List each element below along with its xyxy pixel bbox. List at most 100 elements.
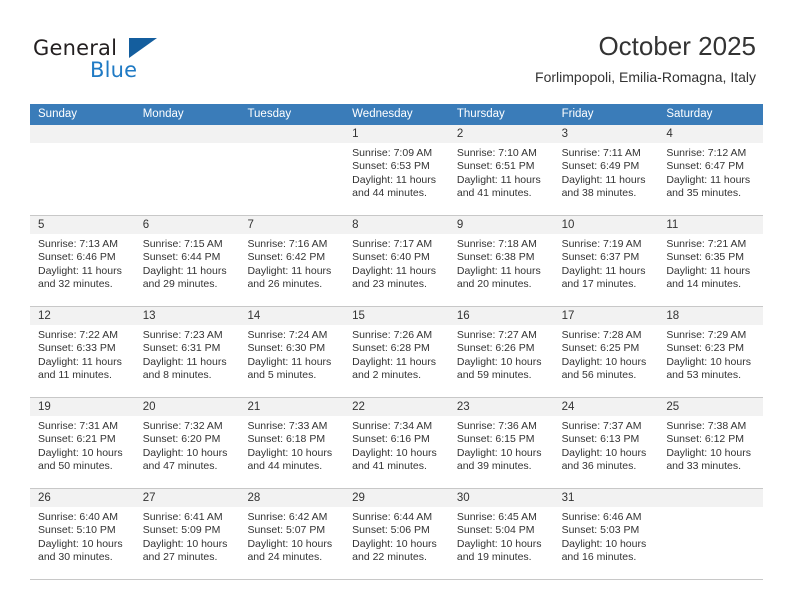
day-cell-20[interactable]: 20 Sunrise: 7:32 AM Sunset: 6:20 PM Dayligh… — [134, 398, 240, 488]
daylight-text-line1: Daylight: 11 hours — [456, 264, 541, 277]
sunset-text: Sunset: 5:06 PM — [352, 524, 430, 537]
sunrise-text: Sunrise: 7:23 AM — [142, 329, 223, 341]
daylight-text-line1: Daylight: 10 hours — [561, 446, 647, 459]
day-details: Sunrise: 7:27 AM Sunset: 6:26 PM Daylight:… — [449, 325, 554, 383]
daylight-text-line1: Daylight: 11 hours — [456, 173, 541, 186]
daylight-text-line1: Daylight: 10 hours — [352, 446, 437, 459]
daylight-text-line1: Daylight: 11 hours — [561, 264, 646, 277]
sunrise-text: Sunrise: 7:26 AM — [352, 329, 433, 341]
calendar-week-row: 26 Sunrise: 6:40 AM Sunset: 5:10 PM Dayligh… — [30, 489, 764, 580]
sunrise-text: Sunrise: 7:12 AM — [666, 147, 747, 159]
daylight-text-line2: and 32 minutes. — [38, 278, 113, 291]
sunset-text: Sunset: 5:07 PM — [247, 524, 326, 537]
day-cell-6[interactable]: 6 Sunrise: 7:15 AM Sunset: 6:44 PM Daylight… — [134, 216, 240, 306]
logo-text-general: General — [33, 36, 118, 60]
day-cell-13[interactable]: 13 Sunrise: 7:23 AM Sunset: 6:31 PM Dayligh… — [134, 307, 240, 397]
day-details: Sunrise: 7:15 AM Sunset: 6:44 PM Daylight:… — [135, 234, 240, 292]
day-details: Sunrise: 7:37 AM Sunset: 6:13 PM Daylight:… — [554, 416, 659, 474]
day-number: 9 — [448, 216, 554, 234]
generalblue-logo[interactable]: General Blue — [33, 36, 183, 84]
day-cell-31[interactable]: 31 Sunrise: 6:46 AM Sunset: 5:03 PM Dayligh… — [553, 489, 659, 579]
calendar-week-row: 19 Sunrise: 7:31 AM Sunset: 6:21 PM Dayligh… — [30, 398, 764, 489]
calendar-page: General Blue October 2025 Forlimpopoli, … — [0, 0, 792, 612]
day-details: Sunrise: 7:17 AM Sunset: 6:40 PM Daylight:… — [344, 234, 449, 292]
sunset-text: Sunset: 6:44 PM — [142, 251, 221, 264]
day-cell-8[interactable]: 8 Sunrise: 7:17 AM Sunset: 6:40 PM Daylight… — [344, 216, 449, 306]
calendar-week-row: 1 Sunrise: 7:09 AM Sunset: 6:53 PM Daylight… — [30, 125, 764, 216]
sunrise-text: Sunrise: 7:17 AM — [352, 238, 433, 250]
sunrise-text: Sunrise: 6:44 AM — [352, 511, 433, 523]
daylight-text-line2: and 44 minutes. — [247, 460, 323, 473]
day-cell-9[interactable]: 9 Sunrise: 7:18 AM Sunset: 6:38 PM Daylight… — [448, 216, 554, 306]
day-details: Sunrise: 7:21 AM Sunset: 6:35 PM Daylight:… — [658, 234, 763, 292]
day-cell-30[interactable]: 30 Sunrise: 6:45 AM Sunset: 5:04 PM Dayligh… — [448, 489, 554, 579]
day-number: 26 — [30, 489, 135, 507]
daylight-text-line1: Daylight: 11 hours — [38, 355, 122, 368]
sunset-text: Sunset: 6:16 PM — [352, 433, 430, 446]
weekday-header-friday: Friday — [561, 108, 594, 120]
day-cell-19[interactable]: 19 Sunrise: 7:31 AM Sunset: 6:21 PM Dayligh… — [30, 398, 135, 488]
day-details: Sunrise: 7:28 AM Sunset: 6:25 PM Daylight:… — [554, 325, 659, 383]
day-number: 7 — [239, 216, 345, 234]
daylight-text-line2: and 11 minutes. — [38, 369, 112, 382]
daylight-text-line2: and 38 minutes. — [561, 187, 637, 200]
day-cell-26[interactable]: 26 Sunrise: 6:40 AM Sunset: 5:10 PM Dayligh… — [30, 489, 135, 579]
daylight-text-line2: and 50 minutes. — [38, 460, 113, 473]
daylight-text-line1: Daylight: 11 hours — [247, 355, 332, 368]
sunset-text: Sunset: 6:37 PM — [561, 251, 640, 264]
daylight-text-line1: Daylight: 11 hours — [352, 355, 437, 368]
day-cell-11[interactable]: 11 Sunrise: 7:21 AM Sunset: 6:35 PM Dayligh… — [658, 216, 764, 306]
day-number: 5 — [30, 216, 135, 234]
sunrise-text: Sunrise: 7:21 AM — [666, 238, 747, 250]
day-cell-24[interactable]: 24 Sunrise: 7:37 AM Sunset: 6:13 PM Dayligh… — [553, 398, 659, 488]
daylight-text-line1: Daylight: 11 hours — [142, 355, 227, 368]
day-cell-3[interactable]: 3 Sunrise: 7:11 AM Sunset: 6:49 PM Daylight… — [553, 125, 659, 215]
day-cell-2[interactable]: 2 Sunrise: 7:10 AM Sunset: 6:51 PM Daylight… — [448, 125, 554, 215]
daylight-text-line1: Daylight: 11 hours — [247, 264, 332, 277]
day-cell-28[interactable]: 28 Sunrise: 6:42 AM Sunset: 5:07 PM Dayligh… — [239, 489, 345, 579]
day-number: 17 — [553, 307, 659, 325]
day-cell-1[interactable]: 1 Sunrise: 7:09 AM Sunset: 6:53 PM Daylight… — [344, 125, 449, 215]
sunrise-text: Sunrise: 6:40 AM — [38, 511, 118, 523]
day-cell-29[interactable]: 29 Sunrise: 6:44 AM Sunset: 5:06 PM Dayligh… — [344, 489, 449, 579]
weekday-header-row: Sunday Monday Tuesday Wednesday Thursday Frid… — [30, 104, 763, 125]
day-details: Sunrise: 7:22 AM Sunset: 6:33 PM Daylight:… — [30, 325, 135, 383]
day-cell-21[interactable]: 21 Sunrise: 7:33 AM Sunset: 6:18 PM Dayligh… — [239, 398, 345, 488]
page-subtitle: Forlimpopoli, Emilia-Romagna, Italy — [535, 69, 756, 85]
day-cell-empty — [239, 125, 345, 215]
sunset-text: Sunset: 6:42 PM — [247, 251, 326, 264]
day-cell-22[interactable]: 22 Sunrise: 7:34 AM Sunset: 6:16 PM Dayligh… — [344, 398, 449, 488]
day-cell-5[interactable]: 5 Sunrise: 7:13 AM Sunset: 6:46 PM Daylight… — [30, 216, 135, 306]
day-cell-18[interactable]: 18 Sunrise: 7:29 AM Sunset: 6:23 PM Dayligh… — [658, 307, 764, 397]
day-cell-12[interactable]: 12 Sunrise: 7:22 AM Sunset: 6:33 PM Dayligh… — [30, 307, 135, 397]
sunset-text: Sunset: 5:09 PM — [142, 524, 221, 537]
weekday-header-monday: Monday — [142, 108, 184, 120]
day-cell-27[interactable]: 27 Sunrise: 6:41 AM Sunset: 5:09 PM Dayligh… — [134, 489, 240, 579]
daylight-text-line1: Daylight: 10 hours — [456, 537, 542, 550]
day-cell-14[interactable]: 14 Sunrise: 7:24 AM Sunset: 6:30 PM Dayligh… — [239, 307, 345, 397]
day-details: Sunrise: 7:18 AM Sunset: 6:38 PM Daylight:… — [449, 234, 554, 292]
day-details: Sunrise: 7:31 AM Sunset: 6:21 PM Daylight:… — [30, 416, 135, 474]
day-cell-25[interactable]: 25 Sunrise: 7:38 AM Sunset: 6:12 PM Dayligh… — [658, 398, 764, 488]
daylight-text-line1: Daylight: 10 hours — [456, 446, 542, 459]
sunrise-text: Sunrise: 7:09 AM — [352, 147, 433, 159]
sunrise-text: Sunrise: 7:28 AM — [561, 329, 642, 341]
day-cell-4[interactable]: 4 Sunrise: 7:12 AM Sunset: 6:47 PM Daylight… — [658, 125, 764, 215]
day-details: Sunrise: 6:42 AM Sunset: 5:07 PM Daylight:… — [239, 507, 344, 565]
day-cell-17[interactable]: 17 Sunrise: 7:28 AM Sunset: 6:25 PM Dayligh… — [553, 307, 659, 397]
weekday-header-thursday: Thursday — [456, 108, 505, 120]
daylight-text-line1: Daylight: 10 hours — [456, 355, 542, 368]
day-cell-16[interactable]: 16 Sunrise: 7:27 AM Sunset: 6:26 PM Dayligh… — [448, 307, 554, 397]
day-number: 28 — [239, 489, 345, 507]
day-cell-10[interactable]: 10 Sunrise: 7:19 AM Sunset: 6:37 PM Dayligh… — [553, 216, 659, 306]
day-cell-23[interactable]: 23 Sunrise: 7:36 AM Sunset: 6:15 PM Dayligh… — [448, 398, 554, 488]
day-number: 24 — [553, 398, 659, 416]
day-number: 3 — [553, 125, 659, 143]
day-cell-15[interactable]: 15 Sunrise: 7:26 AM Sunset: 6:28 PM Dayligh… — [344, 307, 449, 397]
daylight-text-line1: Daylight: 11 hours — [561, 173, 646, 186]
day-cell-7[interactable]: 7 Sunrise: 7:16 AM Sunset: 6:42 PM Daylight… — [239, 216, 345, 306]
page-title: October 2025 — [598, 31, 756, 61]
daylight-text-line1: Daylight: 10 hours — [247, 537, 333, 550]
daylight-text-line2: and 59 minutes. — [456, 369, 532, 382]
sunset-text: Sunset: 5:03 PM — [561, 524, 640, 537]
